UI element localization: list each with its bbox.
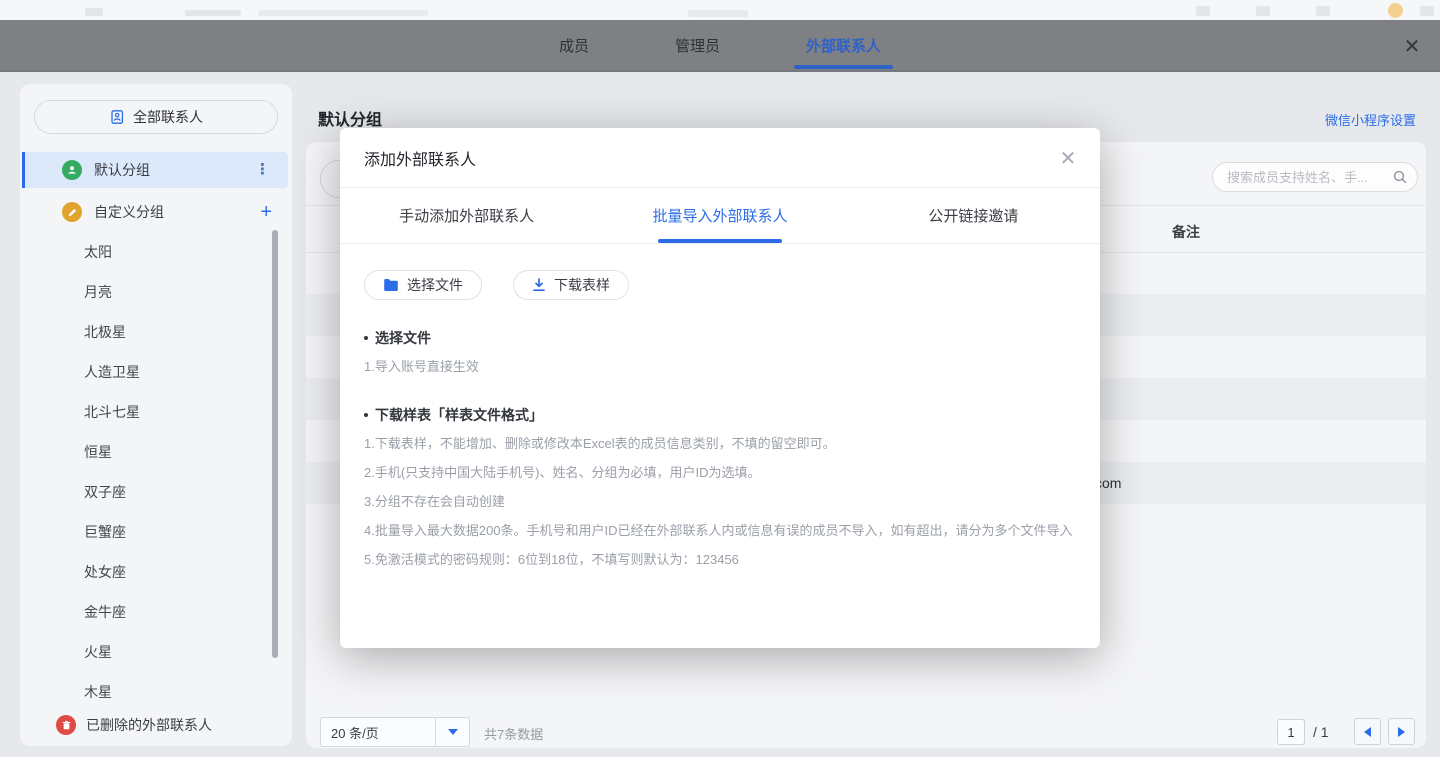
sidebar-item-group[interactable]: 月亮 bbox=[20, 272, 270, 312]
tab-batch-import[interactable]: 批量导入外部联系人 bbox=[593, 188, 846, 243]
sidebar-item-group[interactable]: 人造卫星 bbox=[20, 352, 270, 392]
add-group-icon[interactable]: + bbox=[260, 201, 272, 224]
search-icon[interactable] bbox=[1392, 169, 1408, 190]
sidebar-item-group[interactable]: 巨蟹座 bbox=[20, 512, 270, 552]
choose-file-label: 选择文件 bbox=[407, 275, 463, 295]
next-page-button[interactable] bbox=[1388, 718, 1415, 745]
tab-public-link-invite[interactable]: 公开链接邀请 bbox=[847, 188, 1100, 243]
page-size-select[interactable]: 20 条/页 bbox=[320, 717, 470, 747]
underlying-page-strip bbox=[0, 0, 1440, 20]
ghost-icon bbox=[1316, 6, 1330, 16]
instruction-line: 1.导入账号直接生效 bbox=[364, 357, 1076, 377]
arrow-left-icon bbox=[1364, 727, 1371, 737]
tab-admins[interactable]: 管理员 bbox=[675, 19, 720, 71]
sidebar-scrollbar[interactable] bbox=[272, 230, 278, 658]
close-icon[interactable]: ✕ bbox=[1400, 34, 1424, 58]
pencil-icon bbox=[62, 202, 82, 222]
column-header-remark: 备注 bbox=[1172, 222, 1200, 242]
contacts-book-icon bbox=[109, 109, 125, 125]
sidebar-item-deleted-contacts[interactable]: 已删除的外部联系人 bbox=[20, 707, 292, 743]
modal-body: 选择文件 下载表样 选择文件 1.导入账号直接生效 下载样表「样表文件格式」 1… bbox=[340, 244, 1100, 570]
modal-tabs: 手动添加外部联系人 批量导入外部联系人 公开链接邀请 bbox=[340, 188, 1100, 244]
tab-external-contacts[interactable]: 外部联系人 bbox=[806, 19, 881, 71]
arrow-right-icon bbox=[1398, 727, 1405, 737]
instruction-line: 4.批量导入最大数据200条。手机号和用户ID已经在外部联系人内或信息有误的成员… bbox=[364, 521, 1076, 541]
total-count-label: 共7条数据 bbox=[484, 724, 543, 743]
instruction-line: 3.分组不存在会自动创建 bbox=[364, 492, 1076, 512]
tab-manual-add[interactable]: 手动添加外部联系人 bbox=[340, 188, 593, 243]
choose-file-button[interactable]: 选择文件 bbox=[364, 270, 482, 300]
contacts-dialog-header: 成员 管理员 外部联系人 ✕ bbox=[0, 20, 1440, 72]
group-sidebar: 全部联系人 默认分组 ⋮ 自定义分组 + 太阳 月亮 北极星 人造卫星 北斗七星… bbox=[20, 84, 292, 746]
close-icon[interactable]: ✕ bbox=[1056, 146, 1080, 170]
section-title-choose-file: 选择文件 bbox=[364, 328, 1076, 348]
instruction-line: 1.下载表样，不能增加、删除或修改本Excel表的成员信息类别，不填的留空即可。 bbox=[364, 434, 1076, 454]
sidebar-item-group[interactable]: 金牛座 bbox=[20, 592, 270, 632]
download-icon bbox=[532, 278, 546, 292]
section-title-template-format: 下载样表「样表文件格式」 bbox=[364, 405, 1076, 425]
sidebar-item-group[interactable]: 北极星 bbox=[20, 312, 270, 352]
ghost-icon bbox=[1196, 6, 1210, 16]
ghost-text bbox=[185, 10, 241, 16]
sidebar-item-group[interactable]: 双子座 bbox=[20, 472, 270, 512]
modal-title: 添加外部联系人 bbox=[364, 146, 476, 170]
sidebar-item-label: 自定义分组 bbox=[94, 202, 164, 222]
total-pages-label: / 1 bbox=[1313, 724, 1329, 740]
sidebar-item-group[interactable]: 恒星 bbox=[20, 432, 270, 472]
instruction-line: 2.手机(只支持中国大陆手机号)、姓名、分组为必填，用户ID为选填。 bbox=[364, 463, 1076, 483]
page-title: 默认分组 bbox=[318, 106, 382, 130]
search-input-wrapper bbox=[1212, 162, 1418, 192]
instruction-line: 5.免激活模式的密码规则：6位到18位，不填写则默认为：123456 bbox=[364, 550, 1076, 570]
search-input[interactable] bbox=[1227, 170, 1387, 185]
ghost-icon bbox=[85, 8, 103, 16]
chevron-down-icon bbox=[435, 718, 469, 746]
sidebar-item-group[interactable]: 北斗七星 bbox=[20, 392, 270, 432]
sidebar-item-default-group[interactable]: 默认分组 ⋮ bbox=[22, 152, 288, 188]
download-template-label: 下载表样 bbox=[554, 275, 610, 295]
sidebar-item-group[interactable]: 处女座 bbox=[20, 552, 270, 592]
sidebar-item-label: 默认分组 bbox=[94, 160, 150, 180]
sidebar-item-custom-group[interactable]: 自定义分组 + bbox=[22, 194, 288, 230]
ghost-text bbox=[688, 10, 748, 17]
sidebar-item-group[interactable]: 木星 bbox=[20, 672, 270, 712]
sidebar-item-group[interactable]: 太阳 bbox=[20, 232, 270, 272]
modal-header: 添加外部联系人 ✕ bbox=[340, 128, 1100, 188]
page-size-value: 20 条/页 bbox=[321, 723, 435, 742]
ghost-text bbox=[258, 10, 428, 16]
trash-icon bbox=[56, 715, 76, 735]
current-page-input[interactable]: 1 bbox=[1277, 719, 1305, 745]
more-options-icon[interactable]: ⋮ bbox=[255, 167, 270, 173]
all-contacts-label: 全部联系人 bbox=[133, 107, 203, 127]
download-template-button[interactable]: 下载表样 bbox=[513, 270, 629, 300]
wechat-miniprogram-settings-link[interactable]: 微信小程序设置 bbox=[1325, 110, 1416, 129]
ghost-avatar bbox=[1388, 3, 1403, 18]
header-tabs: 成员 管理员 外部联系人 bbox=[0, 20, 1440, 70]
tab-members[interactable]: 成员 bbox=[559, 19, 589, 71]
folder-icon bbox=[383, 278, 399, 292]
prev-page-button[interactable] bbox=[1354, 718, 1381, 745]
person-icon bbox=[62, 160, 82, 180]
sidebar-item-group[interactable]: 火星 bbox=[20, 632, 270, 672]
ghost-icon bbox=[1420, 6, 1434, 16]
all-contacts-button[interactable]: 全部联系人 bbox=[34, 100, 278, 134]
ghost-icon bbox=[1256, 6, 1270, 16]
deleted-contacts-label: 已删除的外部联系人 bbox=[86, 715, 212, 735]
add-external-contact-modal: 添加外部联系人 ✕ 手动添加外部联系人 批量导入外部联系人 公开链接邀请 选择文… bbox=[340, 128, 1100, 648]
